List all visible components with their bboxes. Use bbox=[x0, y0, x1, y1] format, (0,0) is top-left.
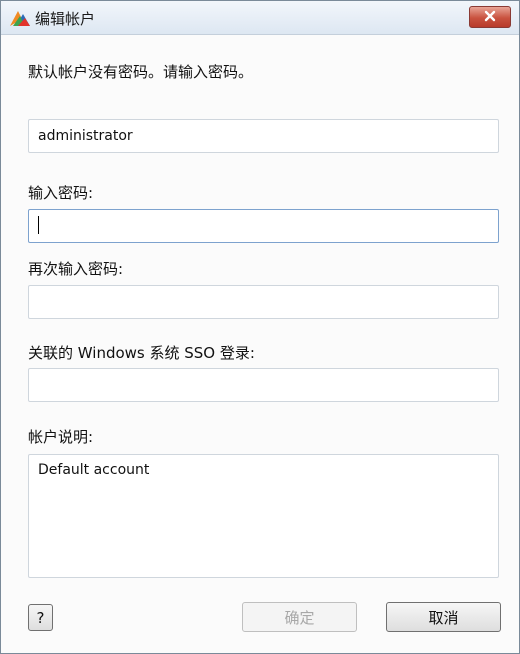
description-textarea[interactable]: Default account bbox=[28, 454, 499, 578]
sso-login-label: 关联的 Windows 系统 SSO 登录: bbox=[28, 344, 255, 362]
info-text: 默认帐户没有密码。请输入密码。 bbox=[28, 63, 254, 81]
cancel-button[interactable]: 取消 bbox=[386, 602, 501, 632]
password-label: 输入密码: bbox=[28, 184, 94, 202]
username-field[interactable] bbox=[28, 119, 499, 153]
close-button[interactable] bbox=[469, 6, 511, 28]
confirm-password-field[interactable] bbox=[28, 285, 499, 319]
avg-logo-icon bbox=[9, 8, 31, 28]
text-caret bbox=[38, 216, 39, 234]
title-bar[interactable]: 编辑帐户 bbox=[1, 1, 519, 35]
help-button[interactable]: ? bbox=[28, 604, 53, 631]
window-title: 编辑帐户 bbox=[35, 10, 96, 28]
confirm-password-label: 再次输入密码: bbox=[28, 260, 124, 278]
ok-button[interactable]: 确定 bbox=[242, 602, 357, 632]
sso-login-field[interactable] bbox=[28, 368, 499, 402]
password-field[interactable] bbox=[28, 209, 499, 243]
edit-account-dialog: 编辑帐户 默认帐户没有密码。请输入密码。 输入密码: 再次输入密码: 关联的 W… bbox=[0, 0, 520, 654]
description-label: 帐户说明: bbox=[28, 428, 94, 446]
close-icon bbox=[484, 8, 496, 26]
